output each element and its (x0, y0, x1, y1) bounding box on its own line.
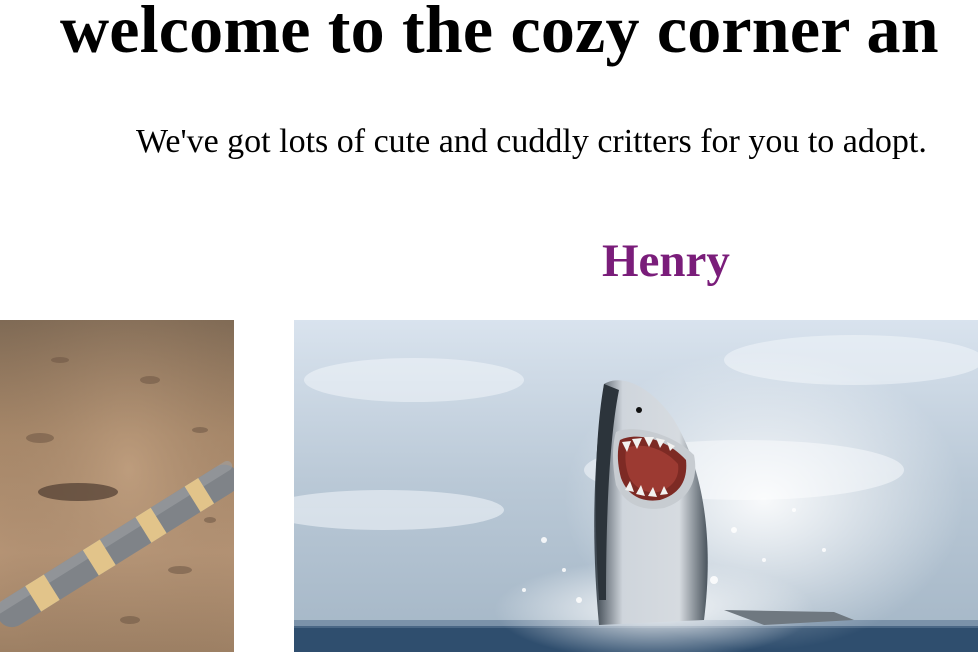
intro-text: We've got lots of cute and cuddly critte… (136, 123, 927, 160)
shark-photo (294, 320, 978, 652)
pet-name-henry: Henry (602, 235, 730, 287)
page: welcome to the cozy corner an We've got … (0, 0, 978, 652)
snake-photo (0, 320, 234, 652)
page-title: welcome to the cozy corner an (60, 0, 939, 67)
